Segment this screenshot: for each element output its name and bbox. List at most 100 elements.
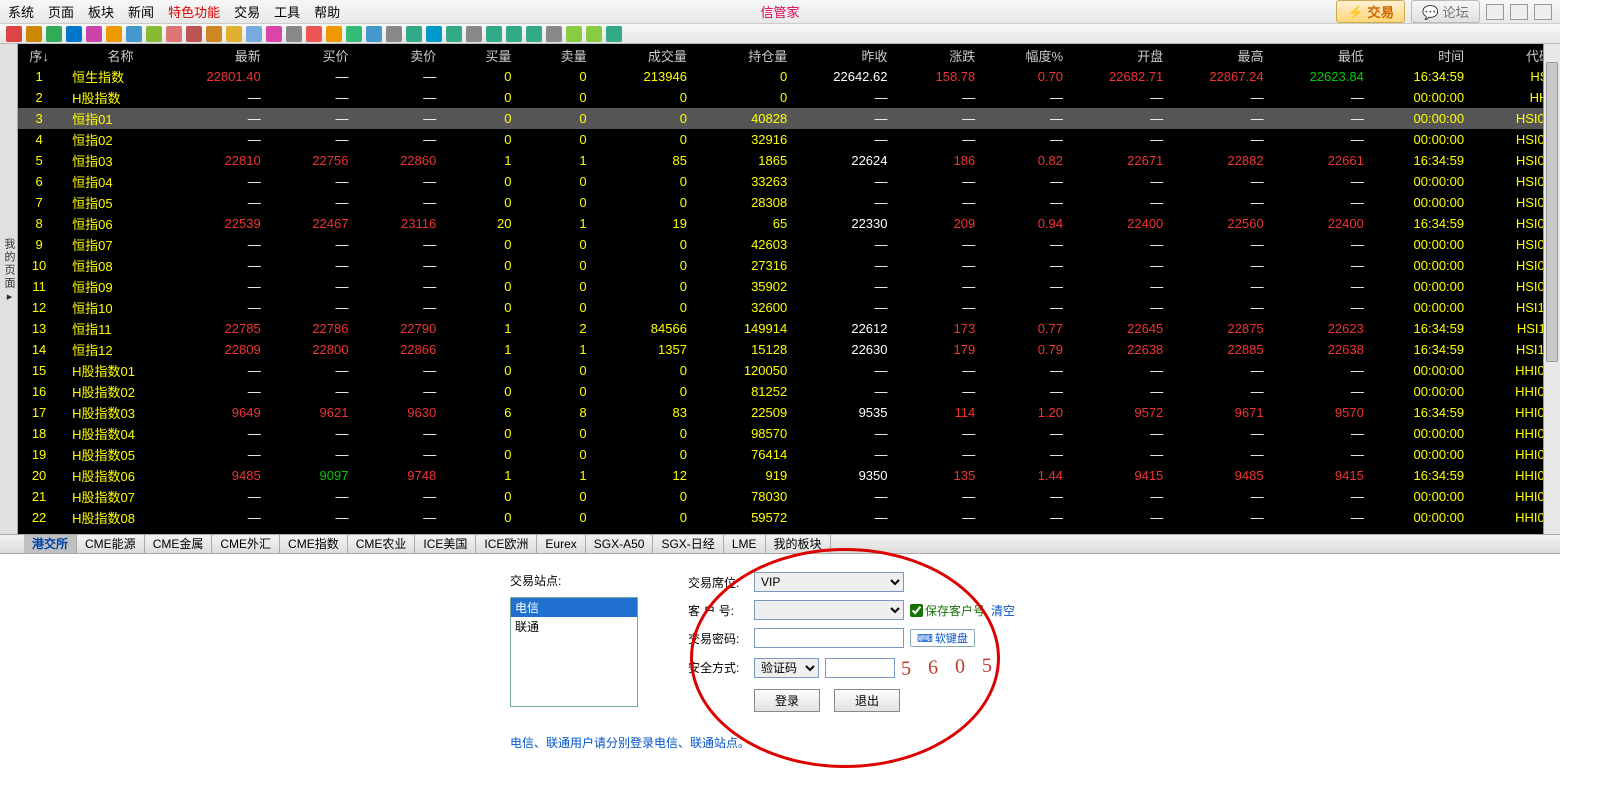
tool-icon-11[interactable] <box>226 26 242 42</box>
table-row[interactable]: 15H股指数01———000120050——————00:00:00HHI01 <box>18 360 1560 381</box>
sidebar-intl[interactable]: 国际板块 <box>0 48 1 534</box>
tool-icon-8[interactable] <box>166 26 182 42</box>
tool-icon-9[interactable] <box>186 26 202 42</box>
tab-9[interactable]: SGX-A50 <box>586 535 654 553</box>
col-5[interactable]: 买量 <box>444 44 519 66</box>
col-10[interactable]: 涨跌 <box>896 44 984 66</box>
col-4[interactable]: 卖价 <box>356 44 444 66</box>
table-row[interactable]: 9恒指07———00042603——————00:00:00HSI07 <box>18 234 1560 255</box>
tool-icon-7[interactable] <box>146 26 162 42</box>
col-14[interactable]: 最低 <box>1272 44 1372 66</box>
tab-4[interactable]: CME指数 <box>280 535 348 553</box>
clear-link[interactable]: 清空 <box>991 602 1015 619</box>
table-row[interactable]: 5恒指0322810227562286011851865226241860.82… <box>18 150 1560 171</box>
forum-button[interactable]: 💬 论坛 <box>1411 0 1480 23</box>
captcha-input[interactable] <box>825 658 895 678</box>
menu-0[interactable]: 系统 <box>8 2 34 21</box>
col-9[interactable]: 昨收 <box>795 44 895 66</box>
table-row[interactable]: 12恒指10———00032600——————00:00:00HSI10 <box>18 297 1560 318</box>
tool-icon-14[interactable] <box>286 26 302 42</box>
col-13[interactable]: 最高 <box>1171 44 1271 66</box>
menu-3[interactable]: 新闻 <box>128 2 154 21</box>
table-row[interactable]: 13恒指112278522786227901284566149914226121… <box>18 318 1560 339</box>
table-row[interactable]: 20H股指数06948590979748111291993501351.4494… <box>18 465 1560 486</box>
tool-icon-22[interactable] <box>446 26 462 42</box>
tool-icon-1[interactable] <box>26 26 42 42</box>
site-item-0[interactable]: 电信 <box>511 598 637 617</box>
tool-icon-18[interactable] <box>366 26 382 42</box>
table-row[interactable]: 10恒指08———00027316——————00:00:00HSI08 <box>18 255 1560 276</box>
minimize-icon[interactable] <box>1486 4 1504 20</box>
col-8[interactable]: 持仓量 <box>695 44 795 66</box>
tab-3[interactable]: CME外汇 <box>212 535 280 553</box>
seat-select[interactable]: VIP <box>754 572 904 592</box>
tool-icon-0[interactable] <box>6 26 22 42</box>
tab-5[interactable]: CME农业 <box>348 535 416 553</box>
sec-select[interactable]: 验证码 <box>754 658 819 678</box>
menu-5[interactable]: 交易 <box>234 2 260 21</box>
captcha-image[interactable]: 5 6 0 5 <box>901 654 999 680</box>
vertical-scrollbar[interactable] <box>1543 44 1560 534</box>
tool-icon-20[interactable] <box>406 26 422 42</box>
tool-icon-6[interactable] <box>126 26 142 42</box>
tool-icon-17[interactable] <box>346 26 362 42</box>
table-row[interactable]: 4恒指02———00032916——————00:00:00HSI02 <box>18 129 1560 150</box>
left-sidebar[interactable]: 我的页面▸ 国际板块 <box>0 44 18 534</box>
tool-icon-16[interactable] <box>326 26 342 42</box>
menu-4[interactable]: 特色功能 <box>168 2 220 21</box>
tool-icon-24[interactable] <box>486 26 502 42</box>
cust-select[interactable] <box>754 600 904 620</box>
site-item-1[interactable]: 联通 <box>511 617 637 636</box>
save-cust-checkbox[interactable]: 保存客户号 <box>910 602 985 619</box>
pwd-input[interactable] <box>754 628 904 648</box>
softkb-button[interactable]: ⌨ 软键盘 <box>910 629 975 647</box>
col-7[interactable]: 成交量 <box>595 44 695 66</box>
menu-1[interactable]: 页面 <box>48 2 74 21</box>
tool-icon-12[interactable] <box>246 26 262 42</box>
table-row[interactable]: 21H股指数07———00078030——————00:00:00HHI07 <box>18 486 1560 507</box>
table-row[interactable]: 6恒指04———00033263——————00:00:00HSI04 <box>18 171 1560 192</box>
tool-icon-5[interactable] <box>106 26 122 42</box>
tool-icon-26[interactable] <box>526 26 542 42</box>
table-row[interactable]: 7恒指05———00028308——————00:00:00HSI05 <box>18 192 1560 213</box>
tool-icon-28[interactable] <box>566 26 582 42</box>
col-2[interactable]: 最新 <box>181 44 269 66</box>
menu-6[interactable]: 工具 <box>274 2 300 21</box>
col-11[interactable]: 幅度% <box>983 44 1071 66</box>
table-row[interactable]: 2H股指数———0000——————00:00:00HHI <box>18 87 1560 108</box>
table-row[interactable]: 17H股指数0396499621963068832250995351141.20… <box>18 402 1560 423</box>
tool-icon-3[interactable] <box>66 26 82 42</box>
tool-icon-2[interactable] <box>46 26 62 42</box>
tab-11[interactable]: LME <box>724 535 766 553</box>
col-0[interactable]: 序↓ <box>18 44 68 66</box>
sidebar-mypage[interactable]: 我的页面▸ <box>1 48 17 494</box>
menu-2[interactable]: 板块 <box>88 2 114 21</box>
table-row[interactable]: 19H股指数05———00076414——————00:00:00HHI05 <box>18 444 1560 465</box>
menu-7[interactable]: 帮助 <box>314 2 340 21</box>
col-12[interactable]: 开盘 <box>1071 44 1171 66</box>
table-row[interactable]: 11恒指09———00035902——————00:00:00HSI09 <box>18 276 1560 297</box>
col-6[interactable]: 卖量 <box>519 44 594 66</box>
table-row[interactable]: 1恒生指数22801.40——00213946022642.62158.780.… <box>18 66 1560 87</box>
tab-10[interactable]: SGX-日经 <box>653 535 723 553</box>
close-icon[interactable] <box>1534 4 1552 20</box>
login-button[interactable]: 登录 <box>754 689 820 712</box>
exit-button[interactable]: 退出 <box>834 689 900 712</box>
table-row[interactable]: 3恒指01———00040828——————00:00:00HSI01 <box>18 108 1560 129</box>
tool-icon-29[interactable] <box>586 26 602 42</box>
col-1[interactable]: 名称 <box>68 44 181 66</box>
tool-icon-30[interactable] <box>606 26 622 42</box>
tab-0[interactable]: 港交所 <box>24 535 77 553</box>
tool-icon-10[interactable] <box>206 26 222 42</box>
col-15[interactable]: 时间 <box>1372 44 1472 66</box>
tab-8[interactable]: Eurex <box>537 535 585 553</box>
table-row[interactable]: 22H股指数08———00059572——————00:00:00HHI08 <box>18 507 1560 528</box>
tool-icon-15[interactable] <box>306 26 322 42</box>
maximize-icon[interactable] <box>1510 4 1528 20</box>
tool-icon-23[interactable] <box>466 26 482 42</box>
site-listbox[interactable]: 电信联通 <box>510 597 638 707</box>
tool-icon-19[interactable] <box>386 26 402 42</box>
tab-2[interactable]: CME金属 <box>145 535 213 553</box>
tool-icon-13[interactable] <box>266 26 282 42</box>
table-row[interactable]: 18H股指数04———00098570——————00:00:00HHI04 <box>18 423 1560 444</box>
